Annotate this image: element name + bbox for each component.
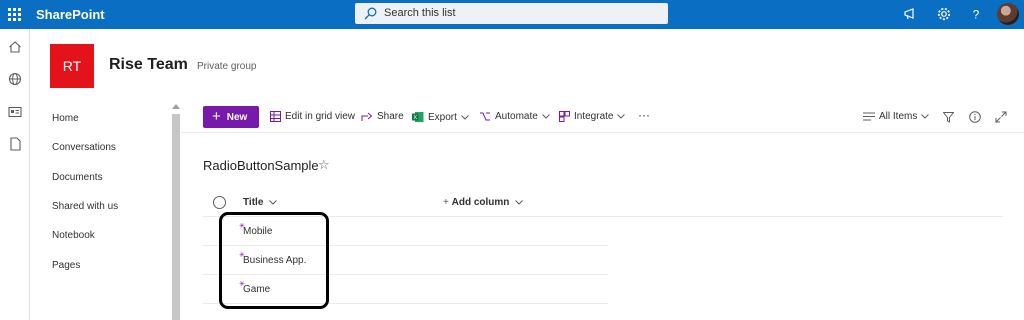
favorite-star-icon[interactable]: ☆: [318, 157, 330, 173]
nav-item-shared-with-us[interactable]: Shared with us: [52, 201, 118, 212]
add-column-button[interactable]: + Add column: [443, 197, 524, 208]
chevron-down-icon: [617, 114, 626, 119]
highlight-box: [219, 212, 329, 309]
automate-label: Automate: [495, 111, 538, 122]
app-name[interactable]: SharePoint: [36, 7, 105, 22]
nav-item-documents[interactable]: Documents: [52, 172, 103, 183]
automate-button[interactable]: Automate: [479, 111, 554, 122]
help-icon[interactable]: ?: [968, 6, 984, 22]
waffle-icon[interactable]: [8, 8, 21, 21]
nav-scrollbar[interactable]: [171, 102, 181, 320]
excel-icon: X: [412, 112, 424, 122]
more-options-button[interactable]: ···: [638, 108, 650, 122]
home-icon[interactable]: [7, 39, 23, 55]
share-button[interactable]: Share: [361, 111, 404, 122]
integrate-icon: [559, 111, 570, 122]
share-label: Share: [377, 111, 404, 122]
new-button[interactable]: + New: [203, 106, 259, 128]
export-label: Export: [428, 111, 457, 123]
column-header-title[interactable]: Title: [243, 197, 278, 208]
select-all-radio[interactable]: [213, 196, 226, 209]
automate-icon: [480, 112, 490, 121]
list-title: RadioButtonSample: [203, 158, 319, 173]
view-list-icon: [863, 112, 875, 121]
integrate-label: Integrate: [574, 111, 614, 122]
svg-text:?: ?: [973, 8, 980, 22]
document-icon[interactable]: [7, 136, 23, 152]
plus-icon: +: [443, 197, 452, 208]
chevron-down-icon: [461, 114, 469, 120]
nav-item-notebook[interactable]: Notebook: [52, 230, 95, 241]
chevron-down-icon: [541, 114, 550, 119]
app-rail: [0, 29, 30, 320]
scroll-up-arrow-icon[interactable]: [172, 104, 180, 109]
info-icon[interactable]: [969, 111, 981, 123]
avatar[interactable]: [997, 3, 1019, 25]
new-button-label: New: [226, 111, 248, 123]
site-logo[interactable]: RT: [50, 44, 94, 88]
chevron-down-icon: [921, 114, 930, 119]
search-input[interactable]: Search this list: [355, 3, 668, 24]
expand-icon[interactable]: [995, 111, 1007, 123]
site-subtitle: Private group: [197, 61, 257, 72]
gear-icon[interactable]: [936, 6, 952, 22]
view-label: All Items: [879, 111, 918, 122]
plus-icon: +: [212, 108, 221, 125]
nav-item-home[interactable]: Home: [52, 113, 79, 124]
search-icon: [364, 7, 377, 20]
column-title-label: Title: [243, 197, 264, 208]
suite-bar: SharePoint Search this list ?: [0, 0, 1024, 29]
chevron-down-icon: [515, 200, 524, 205]
site-title[interactable]: Rise Team: [109, 56, 188, 74]
scrollbar-thumb[interactable]: [172, 114, 180, 320]
edit-grid-view-button[interactable]: Edit in grid view: [270, 111, 355, 122]
view-selector[interactable]: All Items: [863, 111, 933, 122]
edit-grid-view-label: Edit in grid view: [285, 111, 356, 122]
grid-icon: [270, 111, 281, 122]
nav-item-conversations[interactable]: Conversations: [52, 142, 116, 153]
export-button[interactable]: X Export: [412, 111, 473, 123]
add-column-label: Add column: [451, 197, 510, 208]
command-bar: + New Edit in grid view Share X Export A…: [181, 103, 1024, 133]
search-placeholder: Search this list: [384, 7, 456, 19]
integrate-button[interactable]: Integrate: [559, 111, 629, 122]
svg-text:X: X: [413, 115, 417, 121]
share-icon: [361, 112, 373, 121]
globe-icon[interactable]: [7, 71, 23, 87]
news-icon[interactable]: [7, 104, 23, 120]
chevron-down-icon: [269, 200, 278, 205]
megaphone-icon[interactable]: [903, 6, 919, 22]
left-nav: Home Conversations Documents Shared with…: [30, 102, 170, 320]
filter-icon[interactable]: [943, 112, 954, 123]
nav-item-pages[interactable]: Pages: [52, 260, 80, 271]
